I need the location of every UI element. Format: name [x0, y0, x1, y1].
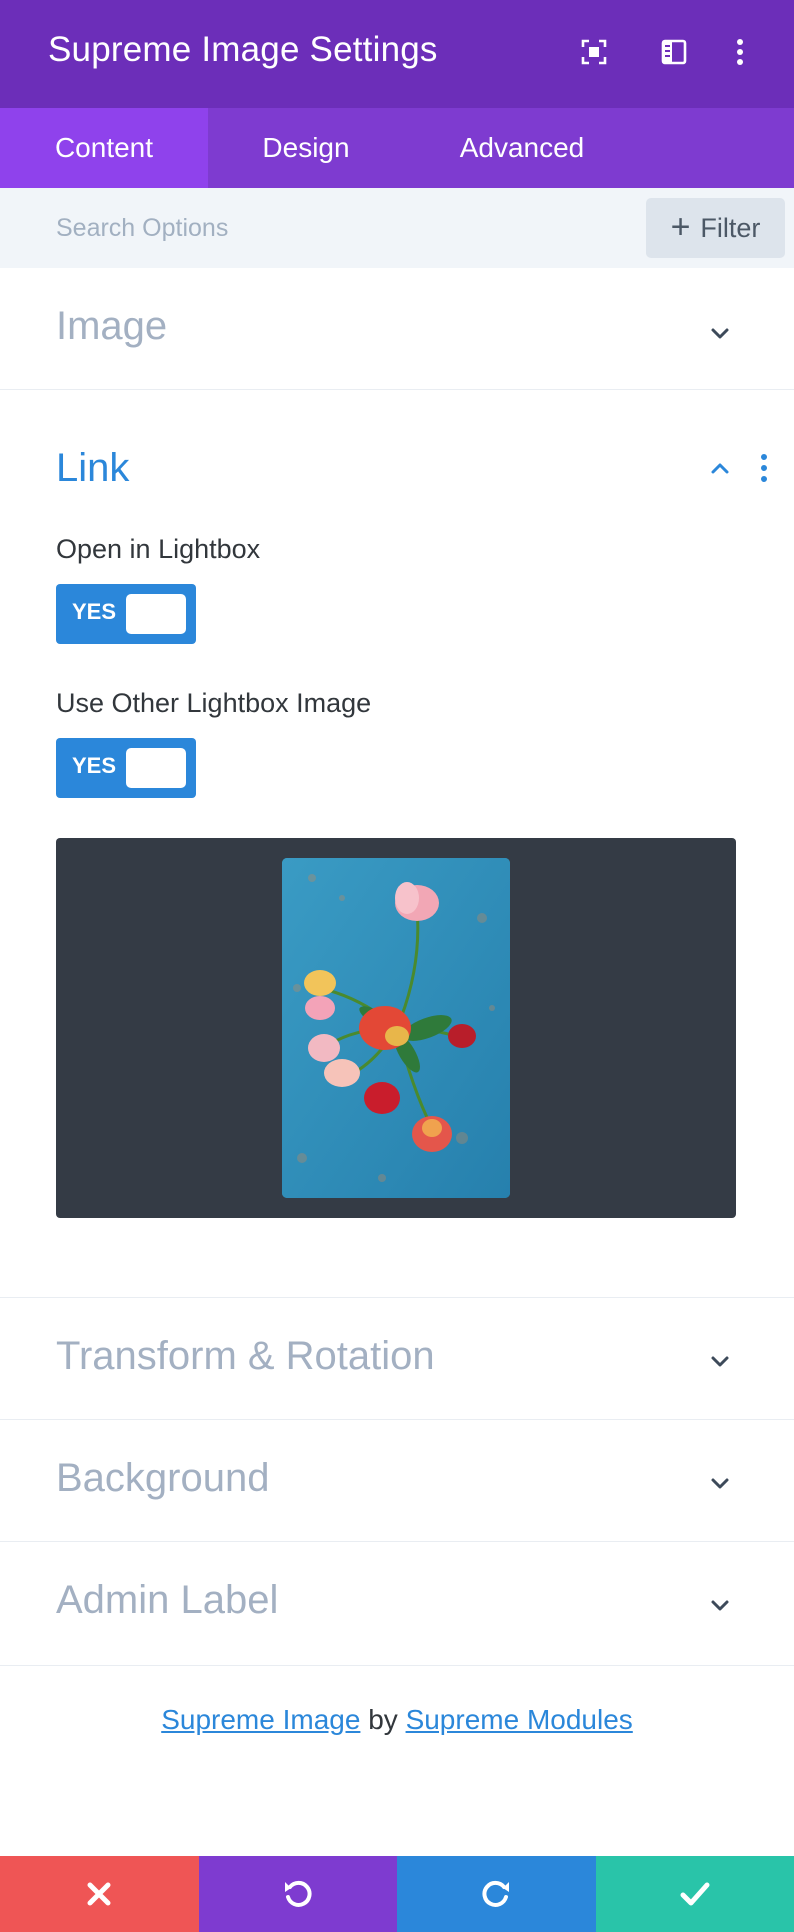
more-options-icon[interactable] [758, 452, 770, 484]
filter-label: Filter [700, 212, 761, 243]
toggle-knob [126, 748, 186, 788]
close-icon [87, 1882, 111, 1906]
settings-header: Supreme Image Settings [0, 0, 794, 108]
discard-button[interactable] [0, 1856, 199, 1932]
other-lightbox-image-toggle[interactable]: YES [56, 738, 196, 798]
redo-button[interactable] [397, 1856, 596, 1932]
section-title-admin-label: Admin Label [56, 1578, 279, 1622]
more-vertical-icon[interactable] [724, 36, 756, 68]
plus-icon: + [670, 207, 691, 246]
chevron-down-icon[interactable] [704, 318, 736, 350]
other-lightbox-image-label: Use Other Lightbox Image [56, 688, 372, 718]
page-title: Supreme Image Settings [48, 30, 438, 69]
tab-design[interactable]: Design [208, 108, 404, 188]
section-background[interactable]: Background [0, 1420, 794, 1542]
action-bar [0, 1856, 794, 1932]
search-input[interactable] [40, 202, 630, 254]
redo-icon [482, 1880, 510, 1907]
settings-tabs: Content Design Advanced [0, 108, 794, 188]
supreme-image-link[interactable]: Supreme Image [161, 1704, 360, 1735]
undo-button[interactable] [198, 1856, 397, 1932]
open-lightbox-toggle[interactable]: YES [56, 584, 196, 644]
credit-by: by [368, 1704, 398, 1735]
lightbox-image-preview[interactable] [56, 838, 736, 1218]
supreme-modules-link[interactable]: Supreme Modules [406, 1704, 633, 1735]
section-transform[interactable]: Transform & Rotation [0, 1298, 794, 1420]
open-lightbox-label: Open in Lightbox [56, 534, 261, 564]
chevron-down-icon[interactable] [704, 1590, 736, 1622]
tulip-image [282, 858, 510, 1198]
toggle-yes-label: YES [72, 753, 117, 778]
tab-content[interactable]: Content [0, 108, 208, 188]
section-title-transform: Transform & Rotation [56, 1334, 435, 1378]
save-button[interactable] [595, 1856, 794, 1932]
filter-button[interactable]: + Filter [646, 198, 785, 258]
section-title-link: Link [56, 446, 130, 490]
chevron-up-icon[interactable] [704, 452, 736, 484]
section-title-background: Background [56, 1456, 270, 1500]
section-title-image: Image [56, 304, 168, 348]
check-icon [680, 1882, 710, 1906]
tab-advanced[interactable]: Advanced [404, 108, 640, 188]
sidebar-layout-icon[interactable] [658, 36, 690, 68]
module-credit: Supreme Image by Supreme Modules [0, 1704, 794, 1736]
search-bar: + Filter [0, 188, 794, 268]
expand-icon[interactable] [578, 36, 610, 68]
undo-icon [284, 1880, 312, 1907]
toggle-yes-label: YES [72, 599, 117, 624]
section-admin-label[interactable]: Admin Label [0, 1542, 794, 1666]
section-image[interactable]: Image [0, 268, 794, 390]
chevron-down-icon[interactable] [704, 1468, 736, 1500]
toggle-knob [126, 594, 186, 634]
chevron-down-icon[interactable] [704, 1346, 736, 1378]
